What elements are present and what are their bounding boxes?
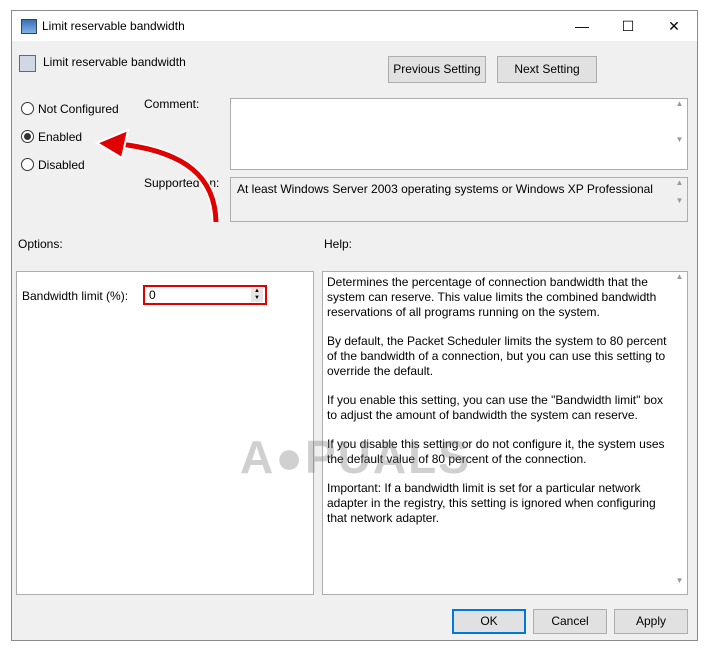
annotation-arrow [94, 128, 220, 223]
arrow-head [94, 128, 130, 160]
